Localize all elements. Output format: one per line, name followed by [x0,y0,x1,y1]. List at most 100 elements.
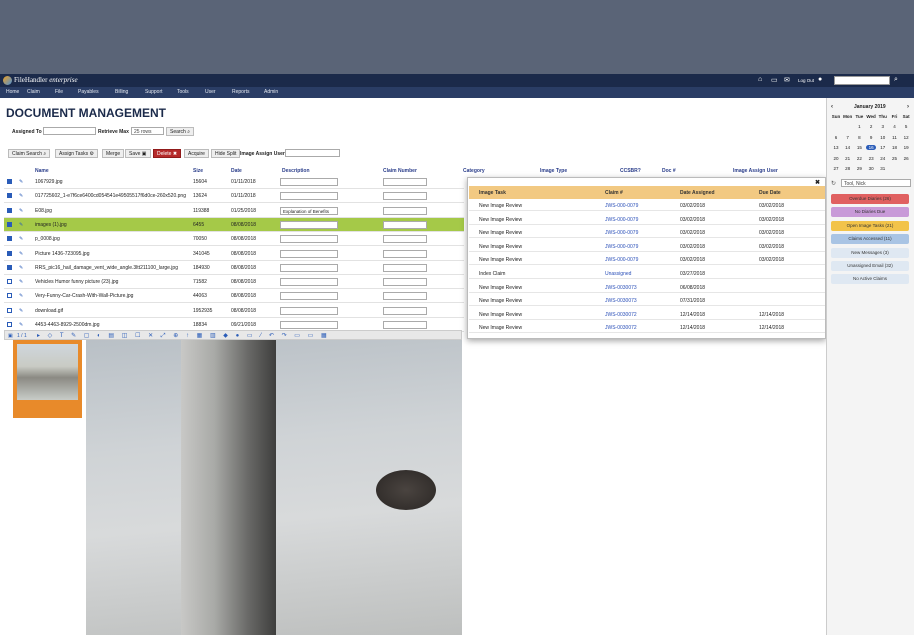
table-row[interactable]: ✎ Very-Funny-Car-Crash-With-Wall-Picture.… [4,289,464,304]
calendar-day[interactable]: 15 [854,145,864,150]
claim-number-input[interactable] [383,321,427,329]
refresh-icon[interactable]: ↻ [831,180,836,187]
claim-number-input[interactable] [383,249,427,258]
next-month-icon[interactable]: › [907,104,909,110]
row-checkbox[interactable] [7,264,12,270]
status-button[interactable]: Overdue Diaries (26) [831,194,909,204]
page-thumbnail[interactable] [13,340,82,418]
col-date[interactable]: Date [231,168,242,174]
calendar-day[interactable]: 24 [878,156,888,161]
status-button[interactable]: New Messages (3) [831,247,909,258]
edit-icon[interactable]: ✎ [19,208,23,214]
calendar-day[interactable]: 2 [866,124,876,129]
popup-claim-link[interactable]: Unassigned [605,271,631,277]
popup-row[interactable]: New Image Review JWS-0030072 12/14/2018 12/… [469,309,825,320]
acquire-button[interactable]: Acquire [184,149,209,158]
table-row[interactable]: ✎ 1067929.jpg 15604 01/11/2018 [4,175,464,189]
assign-tasks-button[interactable]: Assign Tasks ⚙ [55,149,98,158]
col-claim-number[interactable]: Claim Number [383,168,417,174]
col-ccsbr[interactable]: CCSBR? [620,168,641,174]
col-name[interactable]: Name [35,168,49,174]
table-row[interactable]: ✎ Vehicles Humor funny picture (23).jpg 71… [4,275,464,290]
popup-claim-link[interactable]: JWS-0030073 [605,285,637,291]
description-input[interactable] [280,220,338,229]
popup-row[interactable]: New Image Review JWS-0030073 07/31/2018 [469,295,825,307]
col-image-assign-user[interactable]: Image Assign User [733,168,778,174]
home-icon[interactable]: ⌂ [758,76,762,83]
description-input[interactable] [280,263,338,272]
col-size[interactable]: Size [193,168,203,174]
nav-payables[interactable]: Payables [78,89,99,95]
calendar-day[interactable]: 4 [890,124,900,129]
prev-month-icon[interactable]: ‹ [831,104,833,110]
status-button[interactable]: Open Image Tasks (21) [831,220,909,231]
popup-row[interactable]: New Image Review JWS-0030073 06/08/2018 [469,282,825,293]
claim-number-input[interactable] [383,278,427,287]
calendar-day[interactable]: 31 [878,166,888,171]
edit-icon[interactable]: ✎ [19,251,23,257]
nav-reports[interactable]: Reports [232,89,250,95]
popup-claim-link[interactable]: JWS-000-0079 [605,257,638,263]
calendar-day[interactable]: 3 [878,124,888,129]
calendar-day[interactable]: 19 [901,145,911,150]
claim-number-input[interactable] [383,206,427,215]
save-button[interactable]: Save ▣ [125,149,151,158]
description-input[interactable]: Explanation of Benefits [280,206,338,215]
col-category[interactable]: Category [463,168,485,174]
table-row[interactable]: ✎ RRS_pic16_hail_damage_vent_wide_angle.3… [4,261,464,275]
calendar-day[interactable]: 9 [866,135,876,140]
popup-row[interactable]: New Image Review JWS-0030072 12/14/2018 12/… [469,322,825,334]
claim-number-input[interactable] [383,178,427,186]
row-checkbox[interactable] [7,207,12,213]
status-button[interactable]: No Diaries Due [831,207,909,218]
nav-admin[interactable]: Admin [264,89,278,95]
calendar-day[interactable]: 28 [843,166,853,171]
status-button[interactable]: No Active Claims [831,274,909,285]
nav-user[interactable]: User [205,89,216,95]
claim-number-input[interactable] [383,192,427,201]
global-search-input[interactable] [834,76,890,85]
calendar-day[interactable]: 11 [890,135,900,140]
col-doc-number[interactable]: Doc # [662,168,676,174]
popup-claim-link[interactable]: JWS-000-0079 [605,230,638,236]
table-row[interactable]: ✎ images (1).jpg 6455 08/08/2018 [4,217,464,232]
popup-row[interactable]: New Image Review JWS-000-0079 03/02/2018 03… [469,227,825,239]
popup-row[interactable]: New Image Review JWS-000-0079 03/02/2018 03… [469,200,825,211]
hide-split-button[interactable]: Hide Split [211,149,241,158]
calendar-day[interactable]: 1 [854,124,864,129]
popup-claim-link[interactable]: JWS-0030072 [605,325,637,331]
calendar-day[interactable]: 27 [831,166,841,171]
row-checkbox[interactable] [7,193,12,199]
row-checkbox[interactable] [7,307,12,313]
description-input[interactable] [280,278,338,287]
calendar-day[interactable]: 30 [866,166,876,171]
edit-icon[interactable]: ✎ [19,322,23,328]
nav-claim[interactable]: Claim [27,89,40,95]
document-image[interactable] [86,340,462,635]
edit-icon[interactable]: ✎ [19,193,23,199]
popup-claim-link[interactable]: JWS-000-0079 [605,203,638,209]
status-button[interactable]: Unassigned Email (32) [831,261,909,271]
popup-row[interactable]: New Image Review JWS-000-0079 03/02/2018 03… [469,241,825,252]
calendar-day[interactable]: 25 [890,156,900,161]
merge-button[interactable]: Merge [102,149,125,158]
popup-claim-link[interactable]: JWS-000-0079 [605,244,638,250]
description-input[interactable] [280,306,338,315]
calendar-day[interactable]: 26 [901,156,911,161]
claim-number-input[interactable] [383,263,427,272]
calendar-day[interactable]: 18 [890,145,900,150]
row-checkbox[interactable] [7,279,12,285]
calendar-day[interactable]: 10 [878,135,888,140]
info-icon[interactable]: ● [818,76,822,83]
claim-number-input[interactable] [383,292,427,301]
row-checkbox[interactable] [7,236,12,242]
calendar-day[interactable]: 13 [831,145,841,150]
nav-billing[interactable]: Billing [115,89,128,95]
logout-link[interactable]: Log Out [798,78,814,83]
edit-icon[interactable]: ✎ [19,179,23,185]
delete-button[interactable]: Delete ✖ [153,149,182,158]
calendar-day[interactable]: 22 [854,156,864,161]
description-input[interactable] [280,249,338,258]
table-row[interactable]: ✎ p_0008.jpg 70050 08/08/2018 [4,232,464,247]
folder-icon[interactable]: ▭ [771,76,778,84]
